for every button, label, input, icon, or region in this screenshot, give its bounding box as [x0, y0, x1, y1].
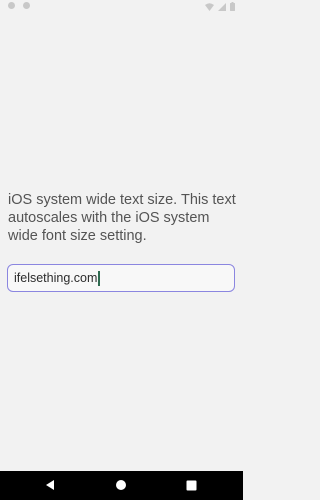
back-icon	[46, 480, 54, 490]
text-input-value: ifelsething.com	[14, 271, 98, 285]
wifi-icon	[205, 2, 214, 11]
recents-icon	[186, 480, 196, 490]
status-right-icons	[205, 2, 235, 11]
home-icon	[116, 480, 126, 490]
main-content: iOS system wide text size. This text aut…	[0, 14, 243, 471]
recents-button[interactable]	[184, 478, 198, 492]
status-left-icons	[8, 2, 30, 9]
description-text: iOS system wide text size. This text aut…	[8, 192, 236, 244]
navigation-bar	[0, 471, 243, 500]
status-dot-icon	[23, 2, 30, 9]
back-button[interactable]	[43, 478, 57, 492]
home-button[interactable]	[114, 478, 128, 492]
status-bar	[0, 0, 243, 14]
signal-icon	[218, 2, 226, 11]
text-input-field[interactable]: ifelsething.com	[7, 264, 235, 292]
battery-icon	[230, 2, 235, 11]
text-caret	[98, 270, 100, 286]
status-dot-icon	[8, 2, 15, 9]
